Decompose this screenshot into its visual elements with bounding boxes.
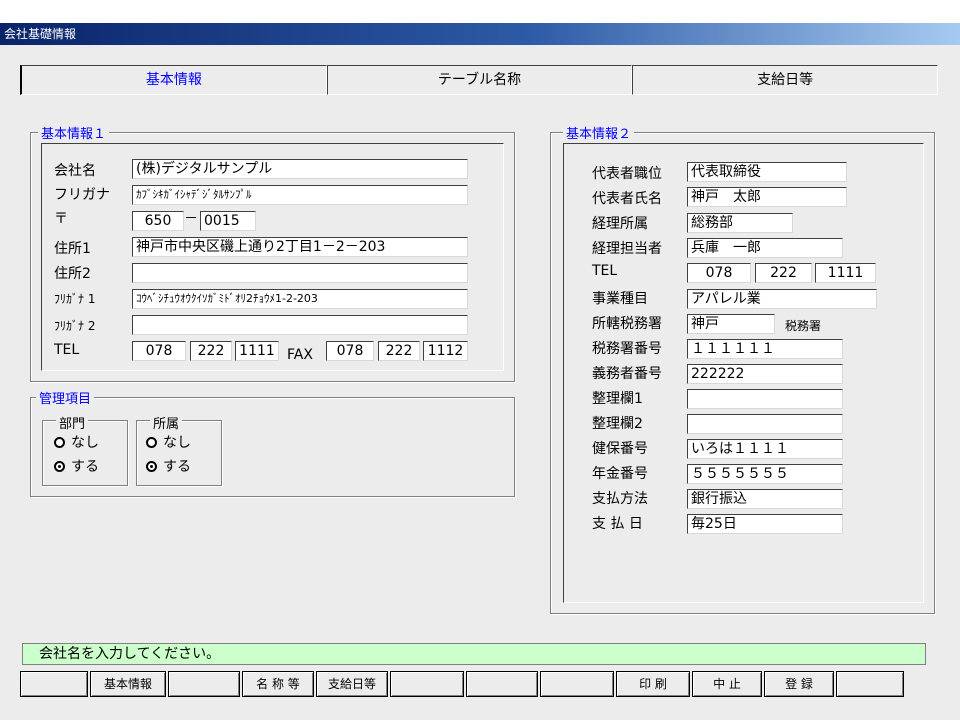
- window-title: 会社基礎情報: [0, 23, 960, 45]
- kana2-label: ﾌﾘｶﾞﾅ 2: [54, 319, 96, 333]
- pension-no-field[interactable]: ５５５５５５５: [687, 464, 843, 484]
- tel2-label: TEL: [592, 263, 618, 279]
- fkey-7-button[interactable]: [466, 671, 538, 697]
- acct-dept-label: 経理所属: [592, 216, 648, 232]
- dept-radio-yes[interactable]: する: [54, 456, 99, 476]
- fax-label: FAX: [287, 347, 313, 363]
- tax-office-label: 所轄税務署: [592, 316, 662, 332]
- radio-on-icon: [146, 461, 157, 472]
- tax-office-suffix: 税務署: [785, 319, 822, 333]
- dept-radio-none-label: なし: [71, 435, 99, 451]
- zip-label: 〒: [54, 211, 68, 227]
- tel2-local-field[interactable]: 222: [755, 263, 812, 283]
- tel-number-field[interactable]: 1111: [235, 341, 279, 361]
- fkey-9-button[interactable]: 印 刷: [616, 671, 690, 697]
- affil-radio-none[interactable]: なし: [146, 432, 191, 452]
- obligor-no-field[interactable]: 222222: [687, 364, 843, 384]
- furigana-field[interactable]: ｶﾌﾞｼｷｶﾞｲｼｬﾃﾞｼﾞﾀﾙｻﾝﾌﾟﾙ: [132, 185, 468, 205]
- memo2-label: 整理欄2: [592, 416, 643, 432]
- pay-day-field[interactable]: 毎25日: [687, 514, 843, 534]
- fkey-3-button[interactable]: [168, 671, 240, 697]
- rep-title-field[interactable]: 代表取締役: [687, 162, 847, 182]
- tax-office-no-field[interactable]: １１１１１１: [687, 339, 843, 359]
- fkey-1-button[interactable]: [20, 671, 88, 697]
- main-window: 基本情報 テーブル名称 支給日等 基本情報１ 会社名 (株)デジタルサンプル フ…: [0, 45, 960, 720]
- function-key-bar: 基本情報 名 称 等 支給日等 印 刷 中 止 登 録: [20, 671, 906, 697]
- pay-day-label: 支 払 日: [592, 516, 643, 532]
- tel-label: TEL: [54, 342, 80, 358]
- company-name-field[interactable]: (株)デジタルサンプル: [132, 159, 468, 179]
- address1-field[interactable]: 神戸市中央区磯上通り2丁目1－2－203: [132, 237, 468, 257]
- fkey-8-button[interactable]: [540, 671, 614, 697]
- business-label: 事業種目: [592, 291, 648, 307]
- affiliation-legend: 所属: [150, 413, 183, 432]
- fkey-6-button[interactable]: [390, 671, 464, 697]
- status-message: 会社名を入力してください。: [22, 643, 926, 665]
- furigana-label: フリガナ: [54, 187, 110, 203]
- affil-radio-none-label: なし: [163, 435, 191, 451]
- business-field[interactable]: アパレル業: [687, 289, 877, 309]
- radio-off-icon: [54, 437, 65, 448]
- address2-label: 住所2: [54, 266, 91, 282]
- acct-dept-field[interactable]: 総務部: [687, 213, 793, 233]
- rep-name-label: 代表者氏名: [592, 191, 662, 207]
- management-legend: 管理項目: [36, 388, 95, 407]
- tax-office-no-label: 税務署番号: [592, 341, 662, 357]
- basic-info-2-legend: 基本情報２: [563, 123, 635, 142]
- kana1-label: ﾌﾘｶﾞﾅ 1: [54, 292, 96, 306]
- affil-radio-yes[interactable]: する: [146, 456, 191, 476]
- radio-off-icon: [146, 437, 157, 448]
- pay-method-field[interactable]: 銀行振込: [687, 489, 843, 509]
- acct-person-label: 経理担当者: [592, 241, 662, 257]
- pay-method-label: 支払方法: [592, 491, 648, 507]
- address1-label: 住所1: [54, 241, 91, 257]
- memo1-label: 整理欄1: [592, 391, 643, 407]
- kana2-field[interactable]: [132, 315, 468, 335]
- memo2-field[interactable]: [687, 414, 843, 434]
- fkey-12-button[interactable]: [836, 671, 904, 697]
- basic-info-1-legend: 基本情報１: [38, 123, 110, 142]
- fkey-4-button[interactable]: 名 称 等: [242, 671, 314, 697]
- tax-office-field[interactable]: 神戸: [687, 314, 775, 334]
- kana1-field[interactable]: ｺｳﾍﾞｼﾁｭｳｵｳｸｲｿｶﾞﾐﾄﾞｵﾘ2ﾁｮｳﾒ1-2-203: [132, 289, 468, 309]
- pension-no-label: 年金番号: [592, 466, 648, 482]
- fkey-11-button[interactable]: 登 録: [764, 671, 834, 697]
- fax-local-field[interactable]: 222: [378, 341, 420, 361]
- affil-radio-yes-label: する: [163, 459, 191, 475]
- fax-area-field[interactable]: 078: [326, 341, 374, 361]
- tab-basic-info[interactable]: 基本情報: [20, 65, 327, 95]
- address2-field[interactable]: [132, 263, 468, 283]
- tel-local-field[interactable]: 222: [190, 341, 232, 361]
- tel2-number-field[interactable]: 1111: [815, 263, 876, 283]
- tab-strip: 基本情報 テーブル名称 支給日等: [20, 65, 939, 95]
- acct-person-field[interactable]: 兵庫 一郎: [687, 238, 843, 258]
- memo1-field[interactable]: [687, 389, 843, 409]
- tel2-area-field[interactable]: 078: [687, 263, 751, 283]
- fkey-2-button[interactable]: 基本情報: [90, 671, 166, 697]
- tab-pay-dates[interactable]: 支給日等: [632, 65, 939, 95]
- dept-legend: 部門: [56, 413, 89, 432]
- zip1-field[interactable]: 650: [132, 211, 184, 231]
- health-no-field[interactable]: いろは１１１１: [687, 439, 843, 459]
- tab-table-names[interactable]: テーブル名称: [326, 65, 633, 95]
- fkey-5-button[interactable]: 支給日等: [316, 671, 388, 697]
- rep-title-label: 代表者職位: [592, 166, 662, 182]
- tel-area-field[interactable]: 078: [132, 341, 186, 361]
- company-name-label: 会社名: [54, 163, 96, 179]
- dept-radio-none[interactable]: なし: [54, 432, 99, 452]
- obligor-no-label: 義務者番号: [592, 366, 662, 382]
- rep-name-field[interactable]: 神戸 太郎: [687, 187, 847, 207]
- zip-separator: －: [184, 211, 198, 227]
- radio-on-icon: [54, 461, 65, 472]
- dept-radio-yes-label: する: [71, 459, 99, 475]
- health-no-label: 健保番号: [592, 441, 648, 457]
- fax-number-field[interactable]: 1112: [423, 341, 468, 361]
- fkey-10-button[interactable]: 中 止: [692, 671, 762, 697]
- zip2-field[interactable]: 0015: [200, 211, 256, 231]
